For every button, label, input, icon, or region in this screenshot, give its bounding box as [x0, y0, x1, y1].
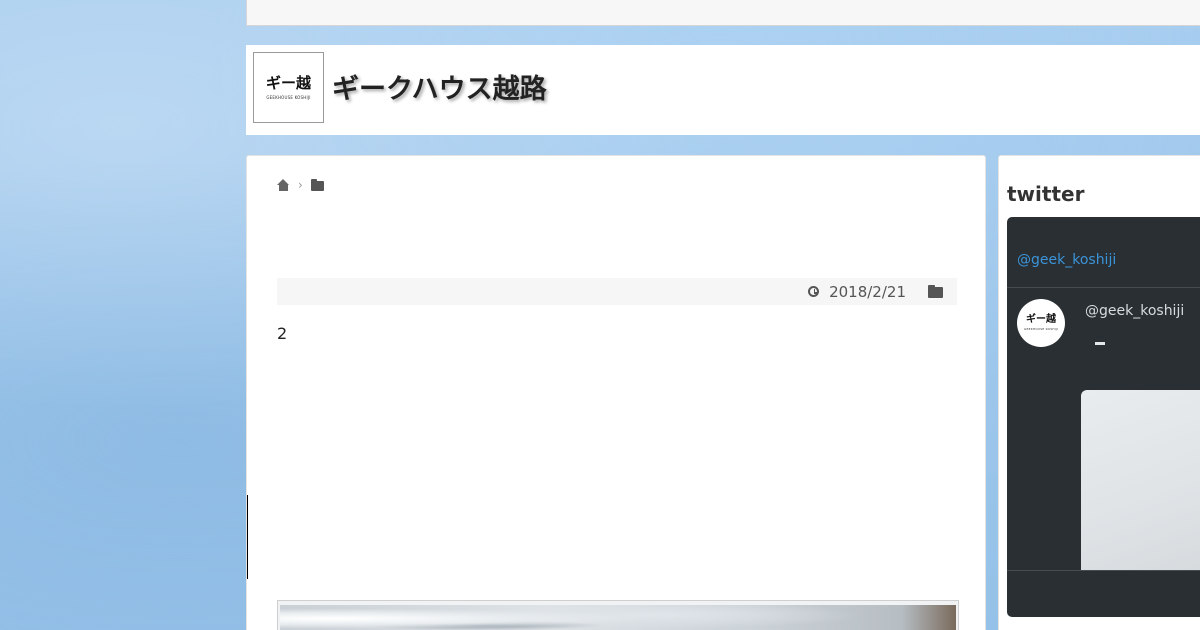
breadcrumb-separator: ›: [298, 178, 303, 192]
tweet-text: [1095, 342, 1105, 345]
twitter-handle-link[interactable]: @geek_koshiji: [1017, 252, 1116, 268]
site-header: ギー越 GEEKHOUSE KOSHIJI ギークハウス越路: [246, 45, 1200, 135]
post-image[interactable]: [277, 600, 959, 630]
sidebar: twitter @geek_koshiji ギー越 GEEKHOUSE KOSH…: [998, 155, 1200, 630]
text-cursor: [247, 495, 248, 579]
post-meta: 2018/2/21: [277, 278, 957, 305]
top-bar: [246, 0, 1200, 26]
avatar-logo-text: ギー越: [1026, 314, 1056, 325]
main-content: › 2018/2/21 2: [246, 155, 986, 630]
site-title[interactable]: ギークハウス越路: [332, 67, 547, 106]
category-folder-icon[interactable]: [928, 285, 943, 298]
post-date: 2018/2/21: [829, 282, 906, 301]
timeline-divider: [1007, 287, 1200, 288]
site-logo[interactable]: ギー越 GEEKHOUSE KOSHIJI: [253, 52, 324, 123]
logo-subtext: GEEKHOUSE KOSHIJI: [266, 94, 311, 100]
tweet-username[interactable]: @geek_koshiji: [1085, 303, 1184, 319]
post-body: 2: [277, 324, 288, 343]
widget-title-twitter: twitter: [1007, 182, 1085, 206]
folder-icon[interactable]: [310, 179, 324, 191]
logo-text: ギー越: [265, 73, 311, 92]
twitter-timeline[interactable]: @geek_koshiji ギー越 GEEKHOUSE KOSHIJI @gee…: [1007, 217, 1200, 617]
post-image-content: [280, 605, 956, 630]
clock-icon: [808, 286, 820, 297]
timeline-divider-bottom: [1007, 570, 1200, 571]
tweet-media[interactable]: [1081, 390, 1200, 570]
avatar[interactable]: ギー越 GEEKHOUSE KOSHIJI: [1017, 299, 1065, 347]
home-icon[interactable]: [277, 179, 290, 191]
breadcrumb: ›: [277, 178, 324, 192]
avatar-logo-subtext: GEEKHOUSE KOSHIJI: [1023, 327, 1059, 331]
